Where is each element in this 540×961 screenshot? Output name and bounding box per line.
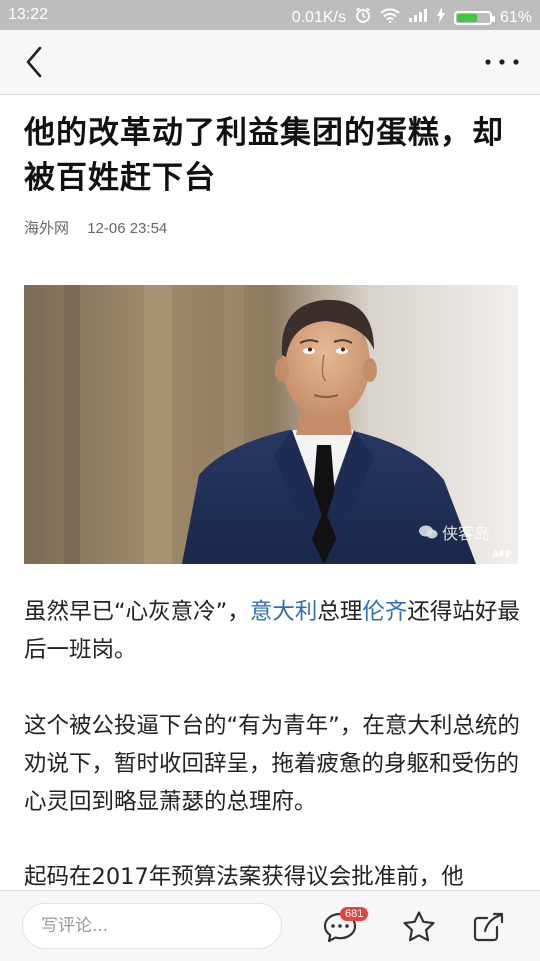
battery-fill: [456, 13, 477, 22]
image-watermark: 侠客岛: [418, 520, 490, 544]
bottom-bar: 写评论... 681: [0, 890, 540, 961]
article-meta: 海外网 12-06 23:54: [24, 217, 167, 238]
share-icon: [473, 912, 504, 942]
comment-input[interactable]: 写评论...: [22, 903, 282, 949]
link-italy[interactable]: 意大利: [250, 599, 318, 625]
article-image[interactable]: 侠客岛 AFP: [24, 285, 518, 564]
status-time: 13:22: [8, 6, 49, 23]
paragraph-3: 起码在2017年预算法案获得议会批准前，他: [24, 864, 464, 890]
status-indicators: 0.01K/s 61%: [292, 6, 532, 29]
charging-icon: [436, 7, 446, 28]
star-icon: [403, 911, 435, 942]
network-speed: 0.01K/s: [291, 8, 346, 26]
comment-count-badge: 681: [340, 907, 369, 921]
back-button[interactable]: [18, 44, 54, 80]
watermark-text: 侠客岛: [441, 524, 490, 543]
battery-icon: [453, 10, 495, 25]
signal-icon: [408, 8, 428, 27]
favorite-button[interactable]: [401, 909, 437, 945]
status-bar: 13:22 0.01K/s 61%: [0, 0, 540, 30]
more-dots-icon: [485, 59, 519, 65]
article: 他的改革动了利益集团的蛋糕，却被百姓赶下台 海外网 12-06 23:54 侠客…: [0, 95, 540, 890]
article-datetime: 12-06 23:54: [87, 220, 168, 237]
paragraph-1: 虽然早已“心灰意冷”，意大利总理伦齐还得站好最后一班岗。: [24, 593, 520, 669]
paragraph-1-text-1: 虽然早已“心灰意冷”，: [24, 599, 250, 625]
battery-percent: 61%: [499, 8, 532, 26]
article-source[interactable]: 海外网: [24, 220, 69, 237]
nav-bar: [0, 30, 540, 95]
wifi-icon: [380, 7, 400, 28]
alarm-icon: [354, 6, 372, 29]
article-title: 他的改革动了利益集团的蛋糕，却被百姓赶下台: [24, 115, 504, 196]
image-credit: AFP: [492, 550, 512, 560]
share-button[interactable]: [470, 909, 506, 945]
more-button[interactable]: [482, 44, 522, 80]
paragraph-1-text-2: 总理: [317, 599, 363, 625]
link-renzi[interactable]: 伦齐: [362, 599, 407, 625]
paragraph-2: 这个被公投逼下台的“有为青年”，在意大利总统的劝说下，暂时收回辞呈，拖着疲惫的身…: [24, 713, 520, 815]
chevron-left-icon: [26, 46, 42, 78]
wechat-icon: [418, 525, 438, 539]
